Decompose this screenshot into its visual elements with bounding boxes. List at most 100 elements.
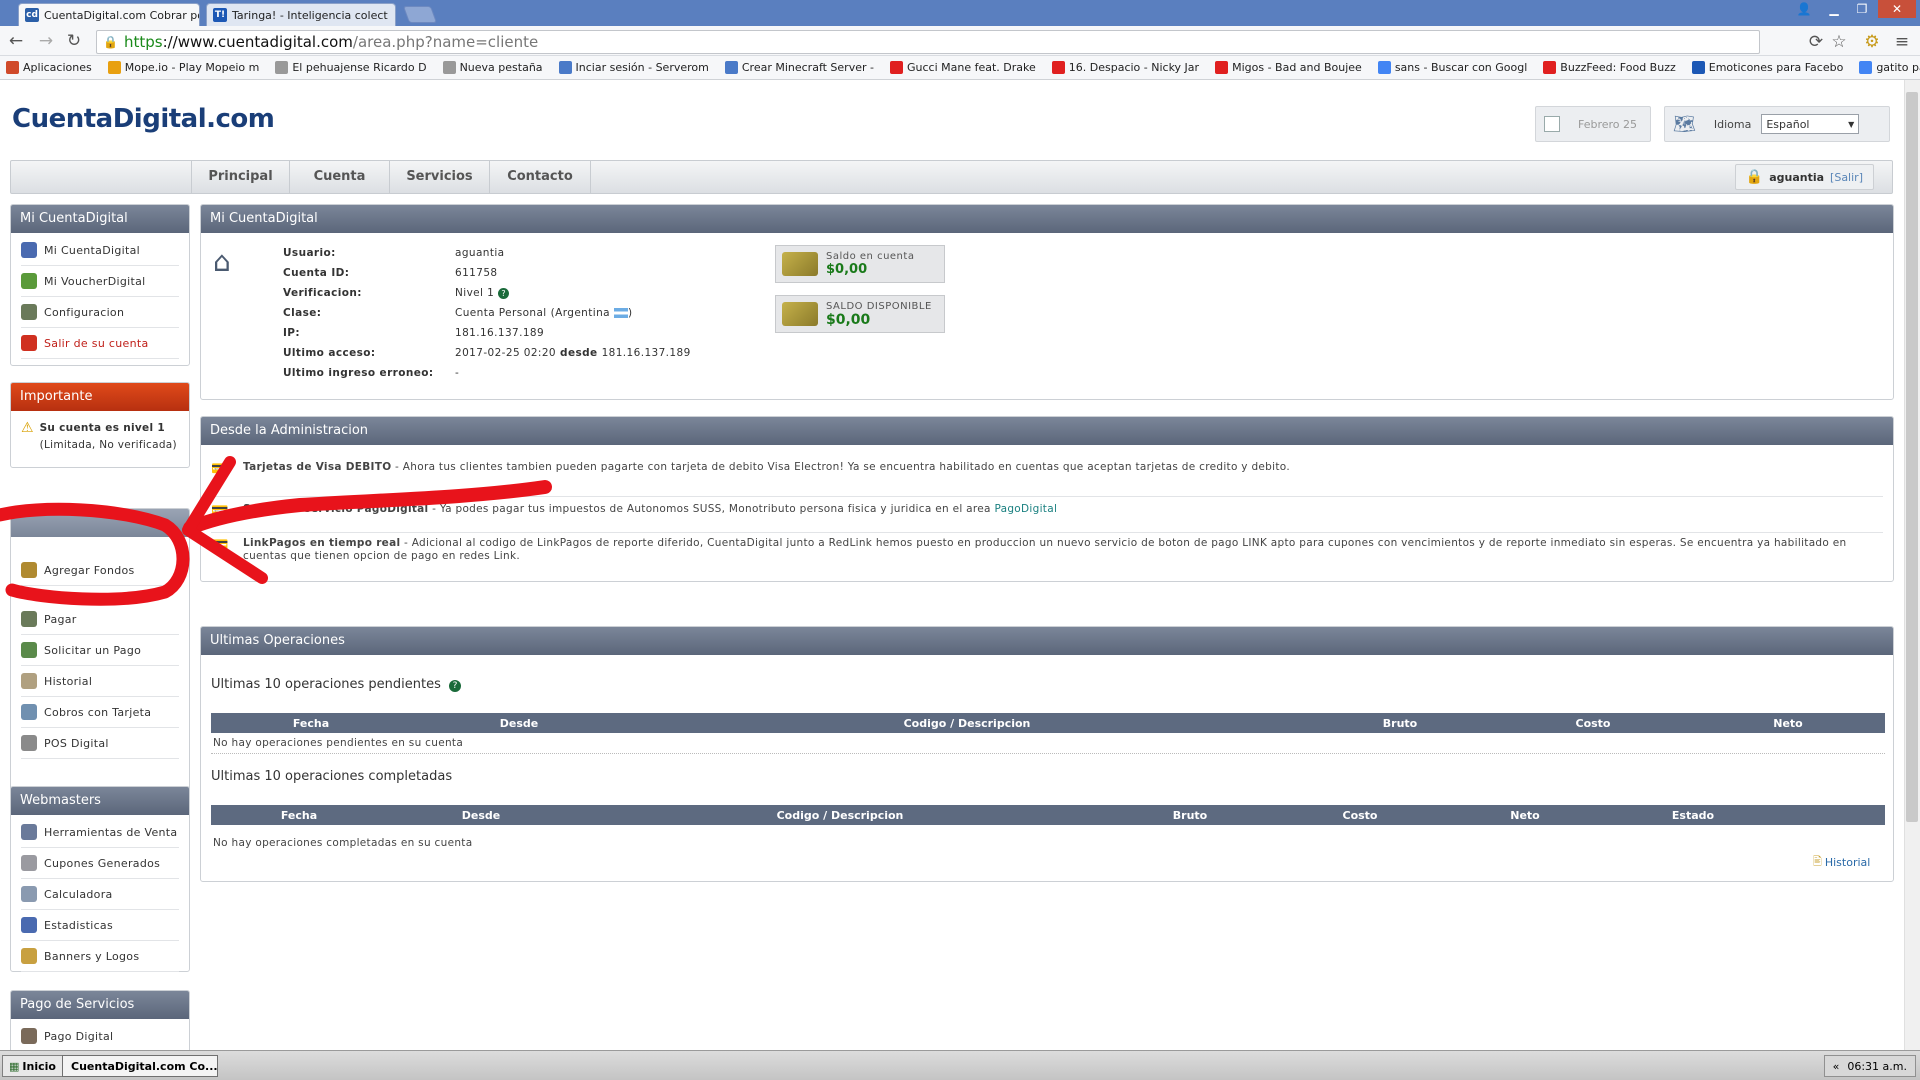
bookmark-item[interactable]: El pehuajense Ricardo D — [275, 61, 427, 74]
bookmark-star-icon[interactable]: ☆ — [1829, 32, 1849, 52]
account-value: Nivel 1 — [455, 287, 495, 299]
close-tab-icon[interactable]: ✕ — [388, 8, 395, 22]
sidebar-item-pagar[interactable]: Pagar — [21, 604, 179, 635]
sidebar-item-herramientas-de-venta[interactable]: Herramientas de Venta — [21, 817, 179, 848]
system-clock[interactable]: « 06:31 a.m. — [1823, 1055, 1916, 1077]
column-header[interactable]: Codigo / Descripcion — [575, 809, 1105, 822]
stop-loading-icon[interactable]: ⟳ — [1806, 32, 1826, 52]
sidebar-item-pago-digital[interactable]: Pago Digital — [21, 1021, 179, 1050]
historial-link[interactable]: 🖹 Historial — [1813, 853, 1870, 872]
bookmark-item[interactable]: Nueva pestaña — [442, 61, 543, 74]
column-header[interactable]: Neto — [1445, 809, 1605, 822]
saldo-disponible-box: SALDO DISPONIBLE $0,00 — [775, 295, 945, 333]
back-icon[interactable]: ← — [6, 31, 26, 51]
sidebar-item-agregar-fondos[interactable]: Agregar Fondos — [21, 555, 179, 586]
site-logo[interactable]: CuentaDigital.com — [12, 104, 275, 134]
logout-link[interactable]: [Salir] — [1830, 171, 1863, 184]
bookmark-item[interactable]: Mope.io - Play Mopeio m — [107, 61, 259, 74]
bookmark-item[interactable]: Emoticones para Facebo — [1691, 61, 1843, 74]
account-row: Verificacion: Nivel 1? — [283, 283, 763, 303]
sidebar-pago-servicios: Pago de Servicios Pago Digital — [10, 990, 190, 1050]
sidebar-item-label: POS Digital — [44, 736, 109, 750]
profile-icon[interactable]: 👤 — [1790, 0, 1818, 18]
pending-table-header: Fecha Desde Codigo / Descripcion Bruto Costo… — [211, 713, 1885, 733]
bookmark-item[interactable]: Gucci Mane feat. Drake — [889, 61, 1036, 74]
language-box: 🗺 Idioma Español ▼ — [1664, 106, 1890, 142]
youtube-icon — [1215, 61, 1229, 74]
nav-principal[interactable]: Principal — [191, 161, 289, 193]
sidebar-item-configuracion[interactable]: Configuracion — [21, 297, 179, 328]
language-select[interactable]: Español ▼ — [1761, 114, 1860, 134]
column-header[interactable]: Codigo / Descripcion — [627, 717, 1307, 730]
close-circle-icon — [21, 335, 37, 351]
start-label: Inicio — [22, 1059, 56, 1073]
forward-icon[interactable]: → — [36, 31, 56, 51]
sidebar-item-pos-digital[interactable]: POS Digital — [21, 728, 179, 759]
buzzfeed-icon — [1543, 61, 1557, 74]
extension-icon[interactable]: ⚙ — [1862, 32, 1882, 52]
sidebar-item-banners-y-logos[interactable]: Banners y Logos — [21, 941, 179, 972]
help-icon[interactable]: ? — [449, 680, 462, 692]
apps-icon — [6, 61, 19, 74]
sidebar-item-label: Configuracion — [44, 305, 125, 319]
bookmark-item[interactable]: BuzzFeed: Food Buzz — [1543, 61, 1676, 74]
column-header[interactable]: Estado — [1605, 809, 1781, 822]
taskbar-app-chrome[interactable]: CuentaDigital.com Co... — [62, 1055, 218, 1077]
sidebar-item-mi-voucherdigital[interactable]: Mi VoucherDigital — [21, 266, 179, 297]
browser-tab[interactable]: T! Taringa! - Inteligencia colect ✕ — [206, 3, 396, 26]
bookmark-item[interactable]: Crear Minecraft Server - — [724, 61, 874, 74]
start-button[interactable]: ▦ Inicio — [2, 1055, 63, 1077]
card-icon: 💳 — [211, 461, 229, 477]
sidebar-item-cupones-generados[interactable]: Cupones Generados — [21, 848, 179, 879]
sidebar-item-calculadora[interactable]: Calculadora — [21, 879, 179, 910]
sidebar-item-cobros-con-tarjeta[interactable]: Cobros con Tarjeta — [21, 697, 179, 728]
column-header[interactable]: Bruto — [1105, 809, 1275, 822]
account-value: - — [455, 367, 460, 379]
address-bar[interactable]: 🔒 https://www.cuentadigital.com/area.php… — [96, 30, 1760, 54]
column-header[interactable]: Costo — [1493, 717, 1693, 730]
sidebar-item-solicitar-un-pago[interactable]: Solicitar un Pago — [21, 635, 179, 666]
sidebar-item-mi-cuentadigital[interactable]: Mi CuentaDigital — [21, 235, 179, 266]
account-value: Cuenta Personal — [455, 307, 547, 319]
news-link[interactable]: PagoDigital — [994, 503, 1057, 515]
pending-empty-row: No hay operaciones pendientes en su cuen… — [213, 737, 464, 749]
tab-title: CuentaDigital.com Cobrar po — [44, 8, 200, 22]
column-header[interactable]: Fecha — [211, 717, 411, 730]
bookmark-item[interactable]: Inciar sesión - Serverom — [558, 61, 709, 74]
bookmark-item[interactable]: Migos - Bad and Boujee — [1215, 61, 1362, 74]
column-header[interactable]: Fecha — [211, 809, 387, 822]
column-header[interactable]: Costo — [1275, 809, 1445, 822]
column-header[interactable]: Bruto — [1307, 717, 1493, 730]
user-box: 🔒 aguantia [Salir] — [1734, 164, 1874, 190]
maximize-icon[interactable]: ❐ — [1848, 0, 1876, 18]
date-text: Febrero 25 — [1578, 117, 1638, 131]
window-close-icon[interactable]: ✕ — [1878, 0, 1916, 18]
account-value[interactable]: aguantia — [455, 247, 505, 259]
bookmark-item[interactable]: Aplicaciones — [6, 61, 92, 74]
column-header[interactable]: Desde — [411, 717, 627, 730]
nav-contacto[interactable]: Contacto — [489, 161, 591, 193]
nav-servicios[interactable]: Servicios — [389, 161, 489, 193]
username: aguantia — [1769, 170, 1825, 184]
column-header[interactable]: Desde — [387, 809, 575, 822]
sidebar-item-historial[interactable]: Historial — [21, 666, 179, 697]
sidebar-item-label: Banners y Logos — [44, 949, 140, 963]
sidebar-item-estadisticas[interactable]: Estadisticas — [21, 910, 179, 941]
bookmark-item[interactable]: gatito para hacer pixel a — [1859, 61, 1920, 74]
browser-tab-active[interactable]: cd CuentaDigital.com Cobrar po ✕ — [18, 3, 200, 26]
warning-icon: ⚠ — [21, 420, 34, 436]
nav-cuenta[interactable]: Cuenta — [289, 161, 389, 193]
column-header[interactable]: Neto — [1693, 717, 1883, 730]
minimize-icon[interactable]: ▁ — [1820, 0, 1848, 18]
google-icon — [1377, 61, 1391, 74]
coupons-icon — [21, 855, 37, 871]
new-tab-button[interactable] — [402, 6, 438, 23]
bookmark-item[interactable]: sans - Buscar con Googl — [1377, 61, 1527, 74]
scrollbar-thumb[interactable] — [1906, 92, 1918, 822]
sidebar-item-salir-de-su-cuenta[interactable]: Salir de su cuenta — [21, 328, 179, 359]
bookmark-item[interactable]: 16. Despacio - Nicky Jar — [1051, 61, 1199, 74]
help-icon[interactable]: ? — [498, 287, 510, 299]
reload-icon[interactable]: ↻ — [64, 31, 84, 51]
account-key: Cuenta ID: — [283, 267, 350, 279]
menu-icon[interactable]: ≡ — [1892, 32, 1912, 52]
